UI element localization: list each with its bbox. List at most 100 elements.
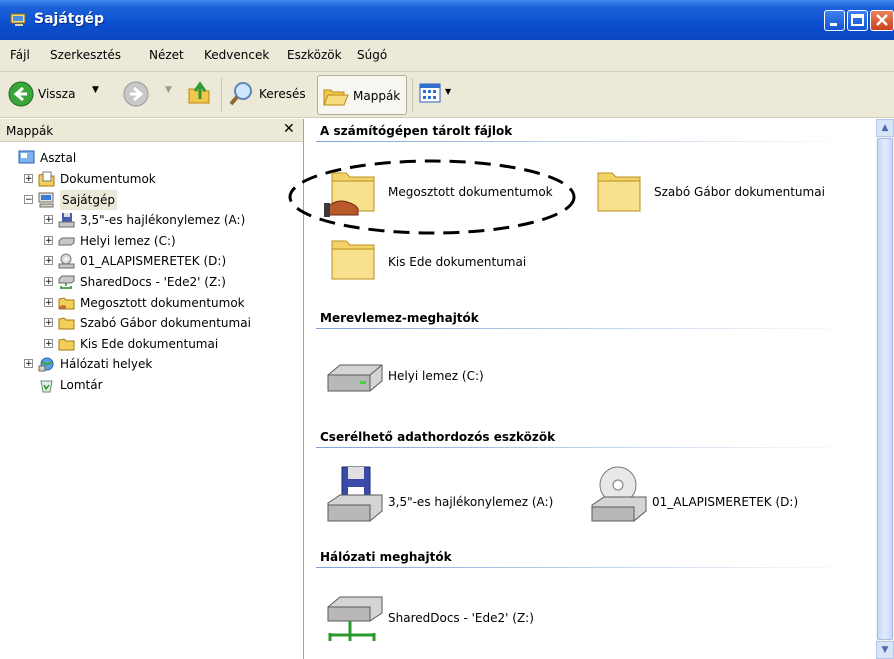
toolbar: Vissza ▼ ▼ Keresés Mappák ▼	[0, 72, 894, 118]
folders-pane: Mappák ✕ Asztal + Dokumentumok − Sajátgé…	[0, 119, 304, 659]
expand-icon[interactable]: +	[24, 174, 33, 184]
menu-view[interactable]: Nézet	[149, 48, 184, 62]
harddisk-icon	[58, 237, 75, 246]
expand-icon[interactable]: +	[44, 256, 53, 266]
computer-icon	[10, 13, 26, 26]
content-pane: A számítógépen tárolt fájlok Megosztott …	[288, 119, 876, 659]
scroll-thumb[interactable]	[877, 138, 893, 640]
chevron-down-icon: ▼	[881, 645, 889, 655]
item-label: 3,5"-es hajlékonylemez (A:)	[388, 495, 554, 509]
harddisk-icon	[327, 364, 383, 392]
back-arrow-icon	[8, 81, 34, 107]
tree-item-label: 3,5"-es hajlékonylemez (A:)	[80, 213, 246, 227]
tree-item-label: Sajátgép	[60, 190, 117, 210]
item-cd-d[interactable]: 01_ALAPISMERETEK (D:)	[588, 465, 838, 527]
expand-icon[interactable]: +	[44, 298, 53, 308]
back-label: Vissza	[38, 87, 76, 101]
forward-button[interactable]: ▼	[121, 79, 172, 109]
views-icon	[419, 83, 441, 103]
views-dropdown-icon[interactable]: ▼	[445, 87, 451, 96]
menu-edit[interactable]: Szerkesztés	[50, 48, 121, 62]
expand-icon[interactable]: +	[44, 277, 53, 287]
group-divider	[316, 447, 856, 448]
expand-icon[interactable]: +	[44, 236, 53, 246]
shared-folder-icon	[324, 172, 375, 217]
expand-icon[interactable]: +	[44, 318, 53, 328]
tree-item-label: Hálózati helyek	[60, 357, 153, 371]
maximize-icon	[851, 14, 864, 26]
item-kis-ede[interactable]: Kis Ede dokumentumai	[324, 231, 574, 287]
item-szabo-gabor[interactable]: Szabó Gábor dokumentumai	[590, 163, 840, 219]
folders-icon	[323, 89, 349, 106]
forward-dropdown-icon[interactable]: ▼	[165, 85, 172, 95]
item-floppy-a[interactable]: 3,5"-es hajlékonylemez (A:)	[324, 465, 574, 527]
item-shared-documents[interactable]: Megosztott dokumentumok	[324, 163, 574, 219]
group-title: A számítógépen tárolt fájlok	[320, 124, 513, 138]
item-network-drive-z[interactable]: SharedDocs - 'Ede2' (Z:)	[324, 587, 584, 647]
folder-icon	[58, 317, 75, 330]
window-title: Sajátgép	[34, 11, 105, 27]
menu-file[interactable]: Fájl	[10, 48, 30, 62]
folders-pane-close-icon[interactable]: ✕	[283, 121, 295, 137]
folders-button[interactable]: Mappák	[317, 75, 407, 115]
forward-arrow-icon	[123, 81, 149, 107]
item-label: Megosztott dokumentumok	[388, 185, 553, 199]
item-label: 01_ALAPISMERETEK (D:)	[652, 495, 799, 509]
recycle-bin-icon	[40, 380, 53, 393]
tree-item-label: Kis Ede dokumentumai	[80, 337, 219, 351]
scroll-down-button[interactable]: ▼	[876, 641, 894, 659]
tree-item-label: Asztal	[40, 151, 77, 165]
collapse-icon[interactable]: −	[24, 195, 33, 205]
group-divider	[316, 328, 856, 329]
menu-help[interactable]: Súgó	[357, 48, 387, 62]
menu-favorites[interactable]: Kedvencek	[204, 48, 269, 62]
expand-icon[interactable]: +	[24, 359, 33, 369]
item-local-disk-c[interactable]: Helyi lemez (C:)	[324, 351, 574, 401]
menu-tools[interactable]: Eszközök	[287, 48, 342, 62]
shared-folder-icon	[58, 297, 75, 310]
scroll-up-button[interactable]: ▲	[876, 119, 894, 137]
item-label: Kis Ede dokumentumai	[388, 255, 527, 269]
network-drive-icon	[58, 275, 75, 289]
item-label: Szabó Gábor dokumentumai	[654, 185, 825, 199]
minimize-button[interactable]	[824, 10, 845, 31]
expand-icon[interactable]: +	[44, 339, 53, 349]
tree-item-label: Helyi lemez (C:)	[80, 234, 176, 248]
toolbar-separator	[221, 78, 222, 112]
group-divider	[316, 567, 856, 568]
back-dropdown-icon[interactable]: ▼	[92, 85, 99, 95]
tree-item-label: 01_ALAPISMERETEK (D:)	[80, 254, 227, 268]
minimize-icon	[830, 23, 837, 26]
folders-pane-header: Mappák ✕	[0, 119, 303, 142]
close-icon	[876, 14, 888, 26]
expand-icon[interactable]: +	[44, 215, 53, 225]
maximize-button[interactable]	[847, 10, 868, 31]
close-button[interactable]	[870, 10, 894, 31]
back-button[interactable]: Vissza ▼	[6, 79, 110, 109]
group-divider	[316, 141, 856, 142]
tree-item-label: Dokumentumok	[60, 172, 156, 186]
group-title: Hálózati meghajtók	[320, 550, 452, 564]
tree-item-label: Szabó Gábor dokumentumai	[80, 316, 251, 330]
item-label: Helyi lemez (C:)	[388, 369, 484, 383]
search-button[interactable]: Keresés	[226, 79, 312, 109]
group-title: Merevlemez-meghajtók	[320, 311, 479, 325]
folder-icon	[597, 172, 641, 212]
up-button[interactable]	[186, 79, 214, 109]
network-places-icon	[38, 357, 54, 372]
vertical-scrollbar[interactable]: ▲ ▼	[876, 119, 894, 659]
toolbar-separator	[412, 78, 413, 112]
tree-item-label: Lomtár	[60, 378, 103, 392]
tree-item-label: SharedDocs - 'Ede2' (Z:)	[80, 275, 226, 289]
search-icon	[229, 82, 252, 106]
network-drive-icon	[327, 596, 383, 641]
views-button[interactable]: ▼	[418, 81, 458, 109]
item-label: SharedDocs - 'Ede2' (Z:)	[388, 611, 534, 625]
search-label: Keresés	[259, 87, 306, 101]
floppy-icon	[58, 213, 75, 228]
folders-label: Mappák	[353, 89, 401, 103]
folder-icon	[331, 240, 375, 280]
documents-icon	[38, 171, 55, 187]
menu-bar: Fájl Szerkesztés Nézet Kedvencek Eszközö…	[0, 40, 894, 107]
cd-icon	[591, 466, 647, 522]
